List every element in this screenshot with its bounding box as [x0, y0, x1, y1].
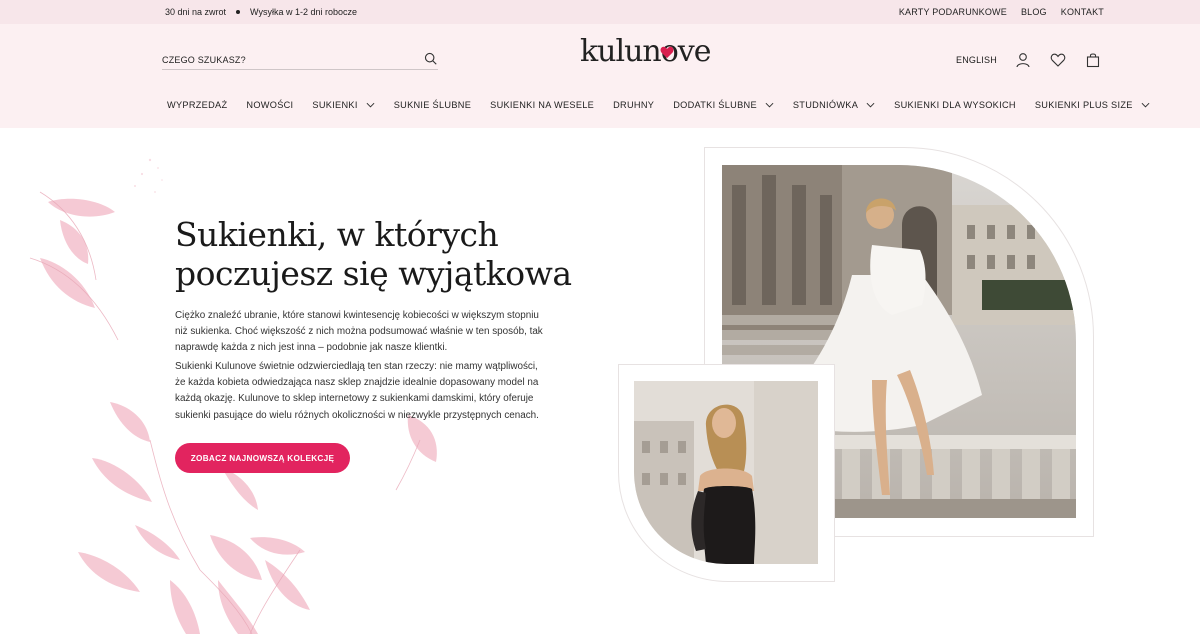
search-icon[interactable]	[424, 52, 438, 66]
nav-label: SUKIENKI DLA WYSOKICH	[894, 100, 1016, 110]
main-navigation: WYPRZEDAŻ NOWOŚCI SUKIENKI SUKNIE ŚLUBNE…	[167, 100, 1169, 110]
paragraph-line: że każda kobieta odwiedzająca nasz sklep…	[175, 377, 539, 389]
paragraph-line: każdą okazję. Kulunove to sklep internet…	[175, 393, 534, 405]
announcement-bar: 30 dni na zwrot Wysyłka w 1-2 dni robocz…	[0, 0, 1200, 24]
shipping-info: 30 dni na zwrot Wysyłka w 1-2 dni robocz…	[165, 7, 357, 17]
nav-item-prom[interactable]: STUDNIÓWKA	[793, 100, 875, 110]
chevron-down-icon	[1141, 102, 1150, 108]
nav-item-bridesmaids[interactable]: DRUHNY	[613, 100, 654, 110]
returns-info: 30 dni na zwrot	[165, 7, 227, 17]
paragraph-line: sukienki pasujące do wielu różnych okoli…	[175, 409, 539, 421]
utility-links: KARTY PODARUNKOWE BLOG KONTAKT	[899, 7, 1104, 17]
gift-cards-link[interactable]: KARTY PODARUNKOWE	[899, 7, 1007, 17]
nav-label: SUKIENKI PLUS SIZE	[1034, 100, 1133, 110]
blog-link[interactable]: BLOG	[1021, 7, 1047, 17]
separator-dot	[236, 10, 241, 14]
nav-item-bridal-accessories[interactable]: DODATKI ŚLUBNE	[673, 100, 774, 110]
paragraph-line: Sukienki Kulunove świetnie odzwierciedla…	[175, 361, 538, 372]
paragraph-line: niż sukienka. Choć większość z nich możn…	[175, 326, 543, 338]
nav-item-plus-size[interactable]: SUKIENKI PLUS SIZE	[1035, 100, 1150, 110]
nav-item-new[interactable]: NOWOŚCI	[246, 100, 293, 110]
language-switcher[interactable]: ENGLISH	[956, 55, 997, 65]
nav-item-dresses[interactable]: SUKIENKI	[312, 100, 375, 110]
logo-text: kulunove	[580, 34, 712, 69]
paragraph-line: naprawdę każda z nich jest inna – podobn…	[175, 342, 448, 354]
nav-item-wedding-dresses[interactable]: SUKNIE ŚLUBNE	[394, 100, 471, 110]
heart-icon[interactable]	[1050, 52, 1066, 68]
nav-label: SUKIENKI NA WESELE	[490, 100, 595, 110]
see-new-collection-button[interactable]: ZOBACZ NAJNOWSZĄ KOLEKCJĘ	[175, 443, 350, 473]
chevron-down-icon	[765, 102, 774, 108]
nav-label: SUKNIE ŚLUBNE	[393, 100, 472, 110]
nav-item-wedding-guest[interactable]: SUKIENKI NA WESELE	[490, 100, 594, 110]
shipping-time-info: Wysyłka w 1-2 dni robocze	[250, 7, 358, 17]
chevron-down-icon	[866, 102, 875, 108]
site-header: kulunove ENGLISH WYPRZEDAŻ NOWOŚCI SUKIE…	[0, 24, 1200, 128]
nav-label: STUDNIÓWKA	[792, 100, 859, 110]
nav-label: SUKIENKI	[312, 100, 358, 110]
hero-heading: Sukienki, w których poczujesz się wyjątk…	[175, 215, 572, 293]
hero-paragraph-2: Sukienki Kulunove świetnie odzwierciedla…	[175, 359, 547, 424]
nav-label: WYPRZEDAŻ	[167, 100, 228, 110]
nav-item-tall[interactable]: SUKIENKI DLA WYSOKICH	[894, 100, 1016, 110]
secondary-photo-woman-black-dress[interactable]	[634, 381, 818, 564]
bag-icon[interactable]	[1085, 52, 1101, 68]
search-input[interactable]	[162, 51, 402, 69]
header-actions: ENGLISH	[956, 52, 1120, 68]
nav-label: DRUHNY	[613, 100, 655, 110]
nav-label: NOWOŚCI	[246, 100, 294, 110]
heart-logo-icon	[660, 46, 674, 59]
paragraph-line: Ciężko znaleźć ubranie, które stanowi kw…	[175, 310, 539, 321]
hero-paragraph-1: Ciężko znaleźć ubranie, które stanowi kw…	[175, 308, 547, 357]
hero-heading-line-1: Sukienki, w których	[175, 215, 499, 254]
chevron-down-icon	[366, 102, 375, 108]
nav-item-sale[interactable]: WYPRZEDAŻ	[167, 100, 227, 110]
search-bar	[162, 50, 438, 70]
nav-label: DODATKI ŚLUBNE	[673, 100, 757, 110]
user-icon[interactable]	[1015, 52, 1031, 68]
contact-link[interactable]: KONTAKT	[1061, 7, 1104, 17]
site-logo[interactable]: kulunove	[580, 34, 712, 74]
hero-heading-line-2: poczujesz się wyjątkowa	[175, 254, 572, 293]
